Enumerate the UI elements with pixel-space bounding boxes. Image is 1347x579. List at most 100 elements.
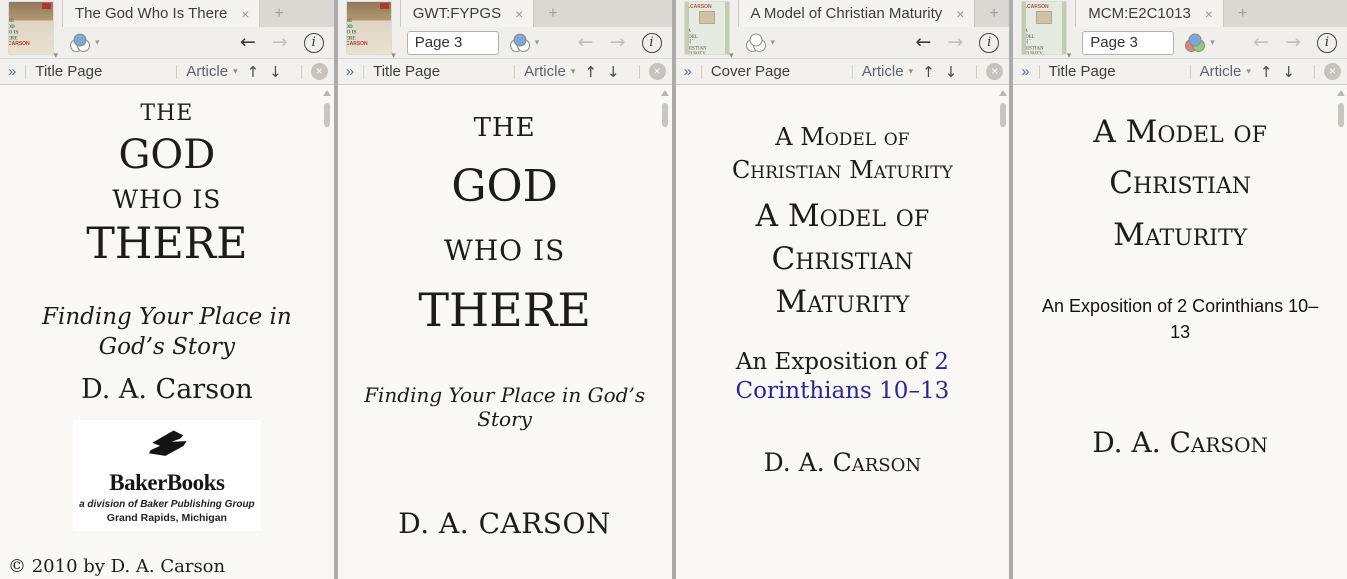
navigate-mode-select[interactable]: Article (524, 63, 566, 80)
previous-article-button[interactable]: ↑ (1260, 63, 1273, 81)
cover-title: THEGODWHO ISTHERE (9, 18, 19, 41)
visual-filters-icon[interactable] (745, 33, 767, 53)
scroll-up-icon[interactable] (998, 90, 1007, 96)
navigate-mode-select[interactable]: Article (1200, 63, 1242, 80)
scrollbar[interactable] (997, 90, 1008, 127)
close-icon[interactable]: × (956, 7, 964, 21)
resource-thumbnail[interactable]: D.A.CARSON A MODEL of CHRISTIAN MATURITY… (684, 2, 729, 54)
navigate-mode-select[interactable]: Article (186, 63, 228, 80)
navigate-mode-select[interactable]: Article (862, 63, 904, 80)
chevron-down-icon[interactable]: ▾ (95, 37, 100, 48)
new-tab-button[interactable]: + (533, 0, 672, 27)
next-article-button[interactable]: ↓ (269, 63, 282, 81)
scroll-up-icon[interactable] (323, 90, 332, 96)
scrollbar-thumb[interactable] (662, 103, 668, 127)
close-locator-icon[interactable]: × (648, 63, 666, 80)
scrollbar-thumb[interactable] (1337, 103, 1344, 127)
forward-button[interactable]: → (610, 33, 626, 52)
title-line: WHO IS (443, 234, 566, 267)
close-locator-icon[interactable]: × (1324, 63, 1341, 80)
next-article-button[interactable]: ↓ (1282, 63, 1295, 81)
scroll-up-icon[interactable] (661, 90, 669, 96)
chevron-down-icon[interactable]: ▾ (233, 66, 238, 77)
forward-button[interactable]: → (947, 33, 963, 52)
current-location[interactable]: Title Page (1049, 63, 1116, 80)
chevron-down-icon[interactable]: ▾ (391, 51, 396, 60)
current-location[interactable]: Title Page (373, 63, 440, 80)
back-button[interactable]: ← (240, 33, 256, 52)
book-heading-small: A Model of Christian Maturity (731, 123, 953, 185)
page-input[interactable] (1082, 30, 1175, 55)
cover-title: THEGODWHO ISTHERE (347, 18, 357, 41)
publisher-name: BakerBooks (109, 469, 225, 495)
forward-button[interactable]: → (272, 33, 288, 52)
chevron-down-icon[interactable]: ▾ (729, 51, 734, 60)
forward-button[interactable]: → (1285, 33, 1301, 52)
resource-tab[interactable]: GWT:FYPGS × (399, 0, 534, 27)
bakerbooks-logo-mark (148, 430, 187, 456)
expand-icon[interactable]: » (8, 63, 16, 80)
scroll-up-icon[interactable] (1336, 90, 1345, 96)
new-tab-button[interactable]: + (259, 0, 334, 27)
expand-icon[interactable]: » (346, 63, 354, 80)
next-article-button[interactable]: ↓ (945, 63, 958, 81)
thumbnail-column: D.A.CARSON A MODEL of CHRISTIAN MATURITY… (1013, 0, 1075, 60)
back-button[interactable]: ← (915, 33, 931, 52)
title-line: THERE (86, 219, 248, 269)
back-button[interactable]: ← (578, 33, 594, 52)
resource-panel-mcm-cover: D.A.CARSON A MODEL of CHRISTIAN MATURITY… (675, 0, 1010, 579)
resource-tab[interactable]: A Model of Christian Maturity × (737, 0, 975, 27)
new-tab-button[interactable]: + (974, 0, 1010, 27)
tab-bar: A Model of Christian Maturity × + (737, 0, 1010, 27)
expand-icon[interactable]: » (684, 63, 692, 80)
previous-article-button[interactable]: ↑ (584, 63, 597, 81)
scrollbar-thumb[interactable] (324, 103, 331, 127)
chevron-down-icon[interactable]: ▾ (53, 51, 58, 60)
resource-tab[interactable]: MCM:E2C1013 × (1075, 0, 1223, 27)
resource-tab[interactable]: The God Who Is There × (62, 0, 260, 27)
info-icon[interactable]: i (303, 32, 324, 53)
resource-thumbnail[interactable]: D.A.CARSON A MODEL of CHRISTIAN MATURITY… (1022, 2, 1067, 54)
visual-filters-icon[interactable] (509, 33, 531, 53)
panel-toolbar: ▾ ← → i (400, 27, 672, 58)
visual-filters-icon[interactable] (1184, 33, 1206, 53)
current-location[interactable]: Title Page (35, 63, 102, 80)
chevron-down-icon[interactable]: ▾ (1246, 66, 1251, 77)
visual-filters-icon[interactable] (69, 33, 91, 53)
info-icon[interactable]: i (641, 32, 662, 53)
scrollbar[interactable] (660, 90, 671, 127)
previous-article-button[interactable]: ↑ (922, 63, 935, 81)
chevron-down-icon[interactable]: ▾ (535, 37, 540, 48)
chevron-down-icon[interactable]: ▾ (1210, 37, 1215, 48)
close-icon[interactable]: × (241, 7, 249, 21)
thumbnail-column: THEGODWHO ISTHERE D.A.CARSON ▾ (338, 0, 400, 60)
chevron-down-icon[interactable]: ▾ (1067, 51, 1072, 60)
chevron-down-icon[interactable]: ▾ (771, 37, 776, 48)
scrollbar-thumb[interactable] (999, 103, 1006, 127)
chevron-down-icon[interactable]: ▾ (571, 66, 576, 77)
close-icon[interactable]: × (515, 7, 523, 21)
close-locator-icon[interactable]: × (310, 63, 328, 80)
info-icon[interactable]: i (1317, 32, 1337, 53)
scrollbar[interactable] (1335, 90, 1346, 127)
book-author: D. A. Carson (763, 448, 922, 478)
back-button[interactable]: ← (1253, 33, 1269, 52)
previous-article-button[interactable]: ↑ (247, 63, 260, 81)
next-article-button[interactable]: ↓ (607, 63, 620, 81)
resource-thumbnail[interactable]: THEGODWHO ISTHERE D.A.CARSON (346, 2, 391, 54)
page-input[interactable] (406, 30, 499, 55)
cover-author: D.A.CARSON (684, 4, 712, 10)
scrollbar[interactable] (322, 90, 333, 127)
expand-icon[interactable]: » (1021, 63, 1029, 80)
chevron-down-icon[interactable]: ▾ (909, 66, 914, 77)
panel-header: D.A.CARSON A MODEL of CHRISTIAN MATURITY… (1013, 0, 1347, 60)
book-page: A Model of Christian Maturity An Exposit… (1013, 85, 1347, 579)
close-locator-icon[interactable]: × (986, 63, 1004, 80)
close-icon[interactable]: × (1205, 7, 1213, 21)
panel-toolbar: ▾ ← → i (1075, 27, 1347, 58)
current-location[interactable]: Cover Page (711, 63, 790, 80)
info-icon[interactable]: i (979, 32, 1000, 53)
new-tab-button[interactable]: + (1222, 0, 1347, 27)
resource-thumbnail[interactable]: THEGODWHO ISTHERE D.A.CARSON (9, 2, 53, 54)
book-heading: A Model of Christian Maturity (1093, 114, 1267, 253)
